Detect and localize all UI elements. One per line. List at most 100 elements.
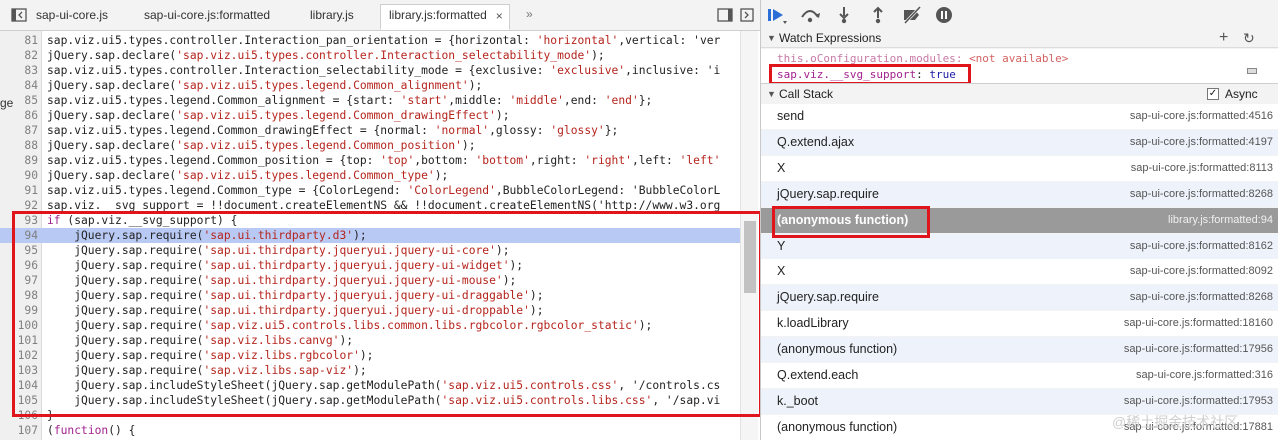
line-number[interactable]: 84 — [0, 78, 40, 93]
code-line[interactable]: 91 sap.viz.ui5.types.legend.Common_type =… — [0, 183, 740, 198]
call-frame-location[interactable]: sap-ui-core.js:formatted:4516 — [1130, 104, 1273, 129]
line-number[interactable]: 104 — [0, 378, 40, 393]
call-frame-location[interactable]: sap-ui-core.js:formatted:4197 — [1130, 130, 1273, 155]
code-line[interactable]: 103 jQuery.sap.require('sap.viz.libs.sap… — [0, 363, 740, 378]
call-frame-location[interactable]: sap-ui-core.js:formatted:8092 — [1130, 259, 1273, 284]
line-number[interactable]: 82 — [0, 48, 40, 63]
call-frame[interactable]: jQuery.sap.require sap-ui-core.js:formatt… — [761, 285, 1278, 311]
call-frame-location[interactable]: sap-ui-core.js:formatted:8162 — [1130, 234, 1273, 259]
async-checkbox[interactable]: ✓ — [1207, 88, 1219, 100]
code-line[interactable]: 101 jQuery.sap.require('sap.viz.libs.can… — [0, 333, 740, 348]
line-number[interactable]: 90 — [0, 168, 40, 183]
tab-sap-ui-core-js[interactable]: sap-ui-core.js — [28, 5, 116, 27]
code-line[interactable]: 89 sap.viz.ui5.types.legend.Common_positi… — [0, 153, 740, 168]
line-number[interactable]: 87 — [0, 123, 40, 138]
code-line[interactable]: 96 jQuery.sap.require('sap.ui.thirdparty… — [0, 258, 740, 273]
watch-panel-collapse-icon[interactable] — [1247, 68, 1257, 74]
code-line[interactable]: 88 jQuery.sap.declare('sap.viz.ui5.types.… — [0, 138, 740, 153]
editor-scrollbar-thumb[interactable] — [744, 221, 756, 293]
line-number[interactable]: 100 — [0, 318, 40, 333]
line-number[interactable]: 83 — [0, 63, 40, 78]
tab-library-js-formatted[interactable]: library.js:formatted × — [380, 4, 510, 30]
code-line[interactable]: 86 jQuery.sap.declare('sap.viz.ui5.types.… — [0, 108, 740, 123]
deactivate-breakpoints-icon[interactable] — [901, 5, 923, 25]
step-out-icon[interactable] — [867, 5, 889, 25]
call-frame-location[interactable]: sap-ui-core.js:formatted:18160 — [1124, 311, 1273, 336]
call-frame[interactable]: Xsap-ui-core.js:formatted:8113 — [761, 155, 1278, 181]
code-line[interactable]: 107 (function() { — [0, 423, 740, 438]
tab-sap-ui-core-js-formatted[interactable]: sap-ui-core.js:formatted — [136, 5, 278, 27]
call-stack-header[interactable]: ▼ Call Stack ✓ Async — [761, 83, 1278, 103]
call-frame-location[interactable]: sap-ui-core.js:formatted:8268 — [1130, 182, 1273, 207]
code-line[interactable]: 106} — [0, 408, 740, 423]
line-number[interactable]: 91 — [0, 183, 40, 198]
code-line[interactable]: 84 jQuery.sap.declare('sap.viz.ui5.types.… — [0, 78, 740, 93]
code-line[interactable]: 97 jQuery.sap.require('sap.ui.thirdparty… — [0, 273, 740, 288]
code-line[interactable]: 98 jQuery.sap.require('sap.ui.thirdparty… — [0, 288, 740, 303]
code-line[interactable]: 102 jQuery.sap.require('sap.viz.libs.rgb… — [0, 348, 740, 363]
line-number[interactable]: 103 — [0, 363, 40, 378]
code-line[interactable]: 92 sap.viz.__svg_support = !!document.cre… — [0, 198, 740, 213]
code-line[interactable]: 104 jQuery.sap.includeStyleSheet(jQuery.… — [0, 378, 740, 393]
refresh-watch-icon[interactable]: ↻ — [1243, 28, 1255, 48]
toggle-navigator-icon[interactable] — [10, 6, 28, 24]
code-line[interactable]: 90 jQuery.sap.declare('sap.viz.ui5.types.… — [0, 168, 740, 183]
line-number[interactable]: 98 — [0, 288, 40, 303]
execution-line[interactable]: 94 jQuery.sap.require('sap.ui.thirdparty… — [0, 228, 740, 243]
line-number[interactable]: 89 — [0, 153, 40, 168]
line-number[interactable]: 94 — [0, 228, 40, 243]
code-line[interactable]: 85 sap.viz.ui5.types.legend.Common_alignm… — [0, 93, 740, 108]
call-frame[interactable]: Q.extend.each sap-ui-core.js:formatted:31… — [761, 363, 1278, 388]
call-frame[interactable]: jQuery.sap.require sap-ui-core.js:formatt… — [761, 181, 1278, 207]
tab-library-js[interactable]: library.js — [302, 5, 362, 27]
line-number[interactable]: 99 — [0, 303, 40, 318]
tab-overflow-icon[interactable]: » — [526, 7, 533, 21]
call-frame-location[interactable]: sap-ui-core.js:formatted:8113 — [1131, 156, 1273, 181]
watch-expressions-header[interactable]: ▼ Watch Expressions + ↻ — [761, 28, 1278, 48]
code-line[interactable]: 82 jQuery.sap.declare('sap.viz.ui5.types.… — [0, 48, 740, 63]
line-number[interactable]: 102 — [0, 348, 40, 363]
line-number[interactable]: 101 — [0, 333, 40, 348]
line-number[interactable]: 88 — [0, 138, 40, 153]
line-number[interactable]: 81 — [0, 33, 40, 48]
line-number[interactable]: 93 — [0, 213, 40, 228]
add-watch-icon[interactable]: + — [1219, 28, 1228, 48]
call-frame[interactable]: k.loadLibrary sap-ui-core.js:formatted:18… — [761, 311, 1278, 337]
watch-row[interactable]: sap.viz.__svg_support: true — [777, 67, 956, 83]
call-frame-location[interactable]: sap-ui-core.js:formatted:316 — [1136, 363, 1273, 388]
code-line[interactable]: 99 jQuery.sap.require('sap.ui.thirdparty… — [0, 303, 740, 318]
code-view[interactable]: 81 sap.viz.ui5.types.controller.Interacti… — [0, 31, 740, 440]
line-number[interactable]: 92 — [0, 198, 40, 213]
close-tab-icon[interactable]: × — [496, 6, 503, 26]
toggle-sidebar-icon[interactable] — [738, 6, 756, 24]
line-number[interactable]: 107 — [0, 423, 40, 438]
call-frame[interactable]: (anonymous function) sap-ui-core.js:forma… — [761, 337, 1278, 363]
call-frame[interactable]: Q.extend.ajax sap-ui-core.js:formatted:41… — [761, 129, 1278, 155]
toggle-debugger-icon[interactable] — [716, 6, 734, 24]
call-frame-selected[interactable]: (anonymous function) library.js:formatted… — [761, 207, 1278, 233]
line-number[interactable]: 95 — [0, 243, 40, 258]
line-number[interactable]: 105 — [0, 393, 40, 408]
call-frame[interactable]: Xsap-ui-core.js:formatted:8092 — [761, 259, 1278, 285]
code-line[interactable]: 105 jQuery.sap.includeStyleSheet(jQuery.… — [0, 393, 740, 408]
step-into-icon[interactable] — [833, 5, 855, 25]
call-frame[interactable]: Ysap-ui-core.js:formatted:8162 — [761, 233, 1278, 259]
code-line[interactable]: 93 if (sap.viz.__svg_support) { — [0, 213, 740, 228]
line-number[interactable]: 106 — [0, 408, 40, 423]
call-frame[interactable]: k._boot sap-ui-core.js:formatted:17953 — [761, 388, 1278, 414]
pause-on-exceptions-icon[interactable] — [933, 5, 955, 25]
code-line[interactable]: 83 sap.viz.ui5.types.controller.Interacti… — [0, 63, 740, 78]
call-frame-location[interactable]: library.js:formatted:94 — [1168, 208, 1273, 233]
line-number[interactable]: 97 — [0, 273, 40, 288]
editor-scrollbar[interactable] — [740, 31, 758, 440]
code-line[interactable]: 87 sap.viz.ui5.types.legend.Common_drawin… — [0, 123, 740, 138]
call-frame-location[interactable]: sap-ui-core.js:formatted:8268 — [1130, 285, 1273, 310]
code-line[interactable]: 100 jQuery.sap.require('sap.viz.ui5.cont… — [0, 318, 740, 333]
code-line[interactable]: 95 jQuery.sap.require('sap.ui.thirdparty… — [0, 243, 740, 258]
step-over-icon[interactable] — [799, 5, 821, 25]
call-frame-location[interactable]: sap-ui-core.js:formatted:17956 — [1124, 337, 1273, 362]
call-frame-location[interactable]: sap-ui-core.js:formatted:17953 — [1124, 389, 1273, 414]
watch-row[interactable]: this.oConfiguration.modules: <not availa… — [777, 51, 1068, 67]
resume-icon[interactable] — [765, 5, 787, 25]
line-number[interactable]: 86 — [0, 108, 40, 123]
